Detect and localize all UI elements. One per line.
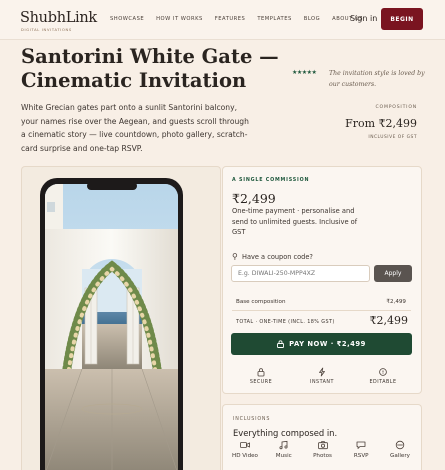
pay-now-button[interactable]: PAY NOW · ₹2,499: [231, 333, 412, 355]
main-nav: SHOWCASE HOW IT WORKS FEATURES TEMPLATES…: [110, 16, 363, 22]
feature-editable: EDITABLE: [363, 367, 403, 385]
feature-instant-label: INSTANT: [310, 380, 334, 385]
commission-description: One-time payment · personalise and send …: [232, 207, 358, 237]
nav-blog[interactable]: BLOG: [304, 16, 320, 22]
price-divider: [232, 310, 411, 311]
coupon-label: Have a coupon code?: [242, 253, 313, 261]
inclusions-title: Everything composed in.: [233, 428, 338, 438]
page-description: White Grecian gates part onto a sunlit S…: [21, 103, 249, 154]
inclusion-music: Music: [265, 440, 303, 459]
brand-logo[interactable]: ShubhLink: [20, 10, 97, 26]
gallery-icon: [395, 440, 405, 450]
nav-templates[interactable]: TEMPLATES: [257, 16, 291, 22]
video-icon: [240, 442, 250, 448]
total-label: TOTAL · ONE-TIME (INCL. 18% GST): [236, 319, 335, 325]
music-icon: [279, 440, 288, 450]
total-value: ₹2,499: [369, 314, 409, 327]
apply-coupon-button[interactable]: Apply: [374, 265, 412, 282]
inclusion-rsvp-label: RSVP: [353, 453, 369, 459]
inclusion-gallery-label: Gallery: [390, 453, 410, 459]
composition-gst-note: INCLUSIVE OF GST: [368, 135, 417, 140]
commission-price: ₹2,499: [232, 191, 276, 206]
invitation-preview-image: [45, 184, 178, 470]
inclusion-hd-video: HD Video: [226, 440, 264, 459]
inclusion-photos-label: Photos: [313, 453, 332, 459]
commission-label: A SINGLE COMMISSION: [232, 178, 310, 183]
inclusion-gallery: Gallery: [381, 440, 419, 459]
feature-editable-label: EDITABLE: [369, 380, 397, 385]
feature-secure: SECURE: [241, 367, 281, 385]
inclusion-rsvp: RSVP: [342, 440, 380, 459]
pay-now-label: PAY NOW · ₹2,499: [289, 340, 366, 348]
coupon-input[interactable]: [231, 265, 370, 282]
feature-instant: INSTANT: [302, 367, 342, 385]
lock-icon: [277, 340, 285, 348]
phone-preview: [40, 178, 183, 470]
lock-icon: [257, 368, 265, 377]
rsvp-icon: [356, 441, 366, 449]
rating-stars-icon: ★★★★★: [292, 69, 317, 76]
composition-label: COMPOSITION: [375, 105, 417, 110]
inclusion-hd-video-label: HD Video: [232, 453, 258, 459]
inclusions-label: INCLUSIONS: [233, 417, 271, 422]
sign-in-link[interactable]: Sign in: [350, 14, 377, 23]
rating-text: The invitation style is loved by our cus…: [329, 70, 425, 88]
tag-icon: ⚲: [232, 252, 238, 261]
base-composition-label: Base composition: [236, 299, 286, 305]
begin-button[interactable]: BEGIN: [381, 8, 423, 30]
base-composition-value: ₹2,499: [386, 299, 406, 305]
phone-notch: [87, 182, 137, 190]
camera-icon: [317, 441, 328, 450]
feature-secure-label: SECURE: [249, 380, 273, 385]
inclusion-photos: Photos: [304, 440, 342, 459]
inclusion-music-label: Music: [275, 453, 292, 459]
info-icon: [379, 368, 387, 376]
composition-price: From ₹2,499: [345, 117, 417, 130]
lightning-icon: [319, 367, 325, 377]
nav-how-it-works[interactable]: HOW IT WORKS: [156, 16, 203, 22]
nav-features[interactable]: FEATURES: [215, 16, 246, 22]
inclusions-list: HD Video Music Photos RSVP Gallery: [226, 440, 419, 459]
trust-features: SECURE INSTANT EDITABLE: [241, 367, 403, 385]
nav-showcase[interactable]: SHOWCASE: [110, 16, 144, 22]
brand-tagline: DIGITAL INVITATIONS: [21, 28, 72, 32]
page-title: Santorini White Gate — Cinematic Invitat…: [21, 45, 279, 92]
